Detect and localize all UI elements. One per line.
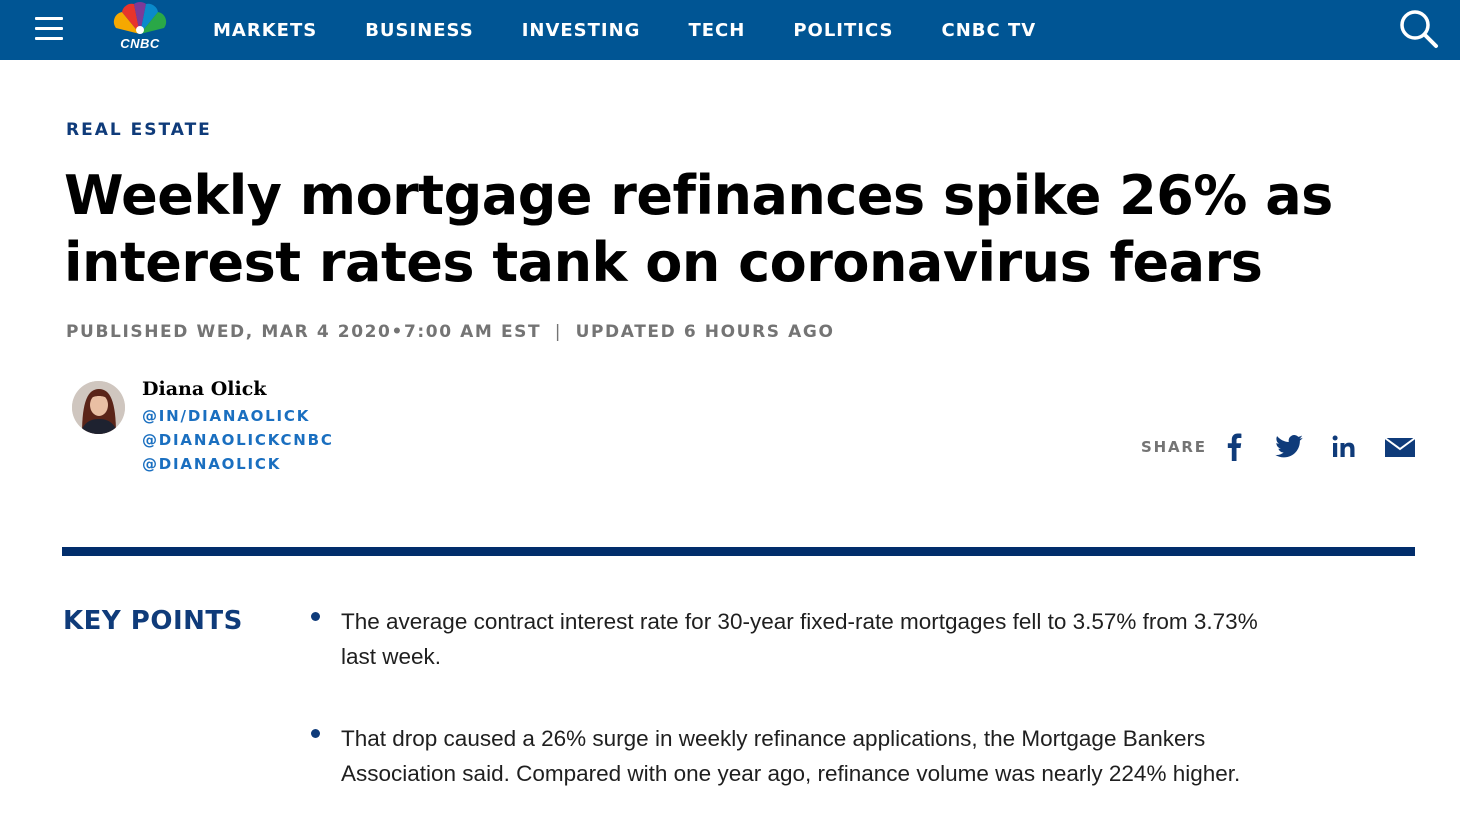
article-headline: Weekly mortgage refinances spike 26% as … <box>64 164 1333 294</box>
linkedin-icon[interactable] <box>1331 432 1359 462</box>
timestamp-separator: | <box>554 322 563 342</box>
nav-menu: MARKETS BUSINESS INVESTING TECH POLITICS… <box>213 0 1084 60</box>
facebook-icon[interactable] <box>1224 432 1244 462</box>
nav-item-politics[interactable]: POLITICS <box>793 20 893 41</box>
author-avatar[interactable] <box>72 381 125 434</box>
twitter-icon[interactable] <box>1274 432 1304 462</box>
article-timestamp: PUBLISHED WED, MAR 4 2020•7:00 AM EST | … <box>66 322 835 342</box>
nav-item-markets[interactable]: MARKETS <box>213 20 317 41</box>
search-icon[interactable] <box>1398 8 1440 50</box>
nav-item-business[interactable]: BUSINESS <box>365 20 473 41</box>
logo-text: CNBC <box>120 36 160 51</box>
section-divider <box>62 547 1415 556</box>
nav-item-tech[interactable]: TECH <box>688 20 745 41</box>
author-social-link[interactable]: @DIANAOLICK <box>142 455 281 473</box>
email-icon[interactable] <box>1384 432 1416 462</box>
published-date: PUBLISHED WED, MAR 4 2020•7:00 AM EST <box>66 322 542 342</box>
updated-time: UPDATED 6 HOURS AGO <box>575 322 835 342</box>
nav-item-cnbc-tv[interactable]: CNBC TV <box>941 20 1036 41</box>
top-nav: CNBC MARKETS BUSINESS INVESTING TECH POL… <box>0 0 1460 60</box>
bullet-icon <box>311 612 320 621</box>
key-point-item: That drop caused a 26% surge in weekly r… <box>341 726 1241 786</box>
share-label: SHARE <box>1141 438 1207 456</box>
author-linkedin-link[interactable]: @IN/DIANAOLICK <box>142 407 310 425</box>
key-point-item: The average contract interest rate for 3… <box>341 609 1258 669</box>
menu-icon[interactable] <box>35 17 63 41</box>
author-twitter-link[interactable]: @DIANAOLICKCNBC <box>142 431 334 449</box>
bullet-icon <box>311 729 320 738</box>
author-name[interactable]: Diana Olick <box>142 378 266 400</box>
nav-item-investing[interactable]: INVESTING <box>522 20 641 41</box>
key-points-title: KEY POINTS <box>63 606 243 636</box>
section-tag[interactable]: REAL ESTATE <box>66 120 212 140</box>
